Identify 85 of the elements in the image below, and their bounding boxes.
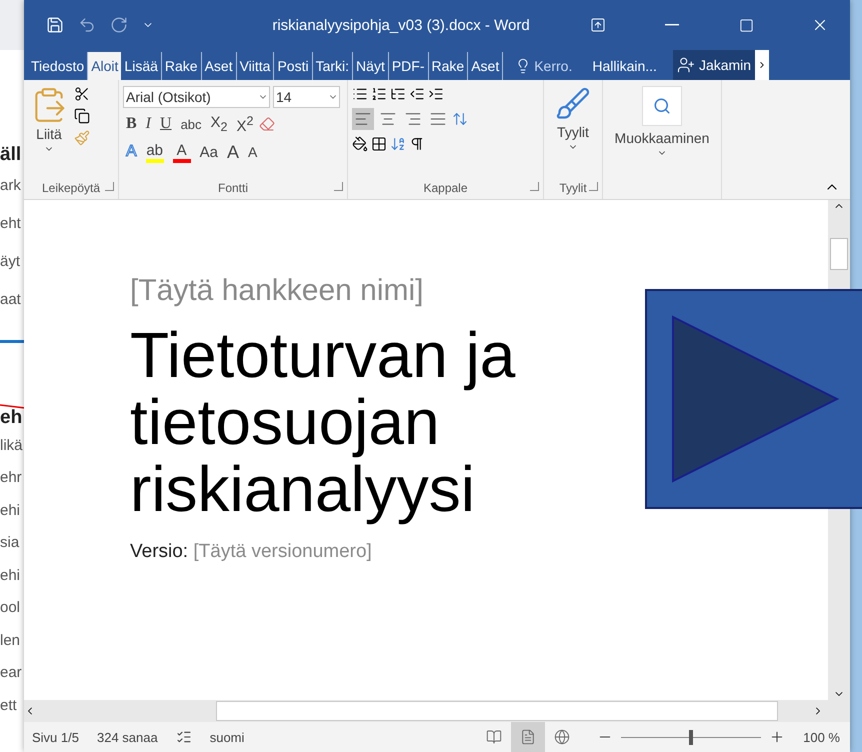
editing-button[interactable]: Muokkaaminen: [612, 130, 712, 158]
increase-indent-icon[interactable]: [428, 86, 444, 102]
search-icon: [653, 97, 671, 115]
zoom-level[interactable]: 100 %: [803, 730, 840, 744]
shrink-font-button[interactable]: A: [245, 140, 260, 164]
zoom-slider-thumb[interactable]: [689, 730, 694, 744]
scrollbar-thumb[interactable]: [830, 238, 848, 270]
align-center-icon: [379, 110, 397, 128]
decrease-indent-icon[interactable]: [409, 86, 425, 102]
page-link[interactable]: len: [0, 624, 20, 656]
subscript-button[interactable]: X$_{2}$: [208, 112, 230, 136]
page-link[interactable]: ehi: [0, 559, 20, 592]
highlight-button[interactable]: ab: [142, 140, 167, 164]
proofing-icon[interactable]: [176, 729, 192, 745]
copy-icon[interactable]: [74, 108, 90, 124]
window-title: riskianalyysipohja_v03 (3).docx - Word: [271, 16, 531, 34]
page-link[interactable]: aat: [0, 280, 21, 318]
maximize-icon: [738, 18, 754, 32]
bold-button[interactable]: B: [123, 112, 140, 136]
align-left-button[interactable]: [352, 108, 374, 130]
grow-font-button[interactable]: A: [224, 140, 242, 164]
user-plus-icon: [676, 56, 695, 74]
redo-icon[interactable]: [110, 16, 128, 34]
page-header-background: [0, 0, 24, 50]
page-link[interactable]: ear: [0, 656, 22, 689]
print-layout-icon: [520, 729, 536, 745]
align-justify-icon: [429, 110, 447, 128]
undo-icon[interactable]: [78, 16, 96, 34]
page-heading: eh: [0, 407, 22, 429]
paste-button[interactable]: Liitä: [28, 86, 70, 177]
page-link[interactable]: likä: [0, 429, 23, 462]
web-layout-icon: [554, 729, 570, 745]
clear-formatting-icon[interactable]: [259, 116, 276, 132]
sort-icon[interactable]: [390, 136, 406, 152]
align-left-icon: [354, 110, 372, 128]
change-case-button[interactable]: Aa: [196, 140, 222, 164]
group-label: Tyylit: [559, 181, 587, 195]
page-link[interactable]: ett: [0, 689, 17, 722]
italic-button[interactable]: I: [142, 112, 154, 136]
dialog-launcher-icon[interactable]: [105, 182, 114, 191]
tell-me-field[interactable]: Kerro.: [509, 52, 578, 80]
page-link[interactable]: äyt: [0, 242, 20, 280]
search-button[interactable]: [642, 86, 682, 126]
page-heading: äll: [0, 144, 22, 166]
dialog-launcher-icon[interactable]: [334, 182, 343, 191]
numbering-icon[interactable]: [371, 86, 387, 102]
read-mode-icon: [486, 729, 502, 745]
page-link[interactable]: ehr: [0, 462, 22, 494]
version-line: Versio: [Täytä versionumero]: [130, 541, 372, 563]
pilcrow-icon[interactable]: [409, 136, 425, 152]
page-link[interactable]: ool: [0, 592, 20, 624]
strikethrough-button[interactable]: abc: [178, 112, 205, 136]
scrollbar-thumb[interactable]: [216, 701, 778, 721]
document-title: Tietoturvan ja tietosuojan riskianalyysi: [130, 322, 516, 523]
shading-icon[interactable]: [352, 136, 368, 152]
horizontal-scrollbar[interactable]: [24, 700, 850, 722]
font-color-button[interactable]: A: [170, 140, 194, 164]
align-right-icon: [404, 110, 422, 128]
print-layout-button[interactable]: [511, 722, 546, 752]
styles-button[interactable]: Tyylit: [553, 86, 593, 177]
language[interactable]: suomi: [210, 730, 244, 744]
group-label: Fontti: [218, 181, 248, 195]
minimize-icon: [665, 24, 679, 26]
superscript-button[interactable]: X$^{2}$: [234, 112, 256, 136]
save-icon[interactable]: [46, 16, 64, 34]
more-tabs-button[interactable]: [755, 50, 770, 80]
multilevel-list-icon[interactable]: [390, 86, 406, 102]
group-label: Leikepöytä: [42, 181, 100, 195]
underline-button[interactable]: U: [157, 112, 175, 136]
share-button[interactable]: Jakamin: [672, 50, 756, 80]
page-count[interactable]: Sivu 1/5: [32, 730, 79, 744]
dialog-launcher-icon[interactable]: [589, 182, 598, 191]
line-spacing-icon[interactable]: [452, 111, 468, 127]
group-label: Kappale: [423, 181, 468, 195]
cut-icon[interactable]: [74, 86, 90, 102]
page-link[interactable]: ark: [0, 166, 21, 204]
ribbon-display-icon: [590, 17, 606, 33]
word-count[interactable]: 324 sanaa: [96, 730, 158, 744]
dialog-launcher-icon[interactable]: [530, 182, 539, 191]
account-name[interactable]: Hallikain...: [586, 52, 663, 80]
page-link[interactable]: ehi: [0, 494, 20, 526]
page-link[interactable]: eht: [0, 204, 21, 242]
borders-icon[interactable]: [371, 136, 387, 152]
ribbon-tab[interactable]: Aloit: [88, 52, 122, 80]
page-link[interactable]: sia: [0, 526, 20, 559]
